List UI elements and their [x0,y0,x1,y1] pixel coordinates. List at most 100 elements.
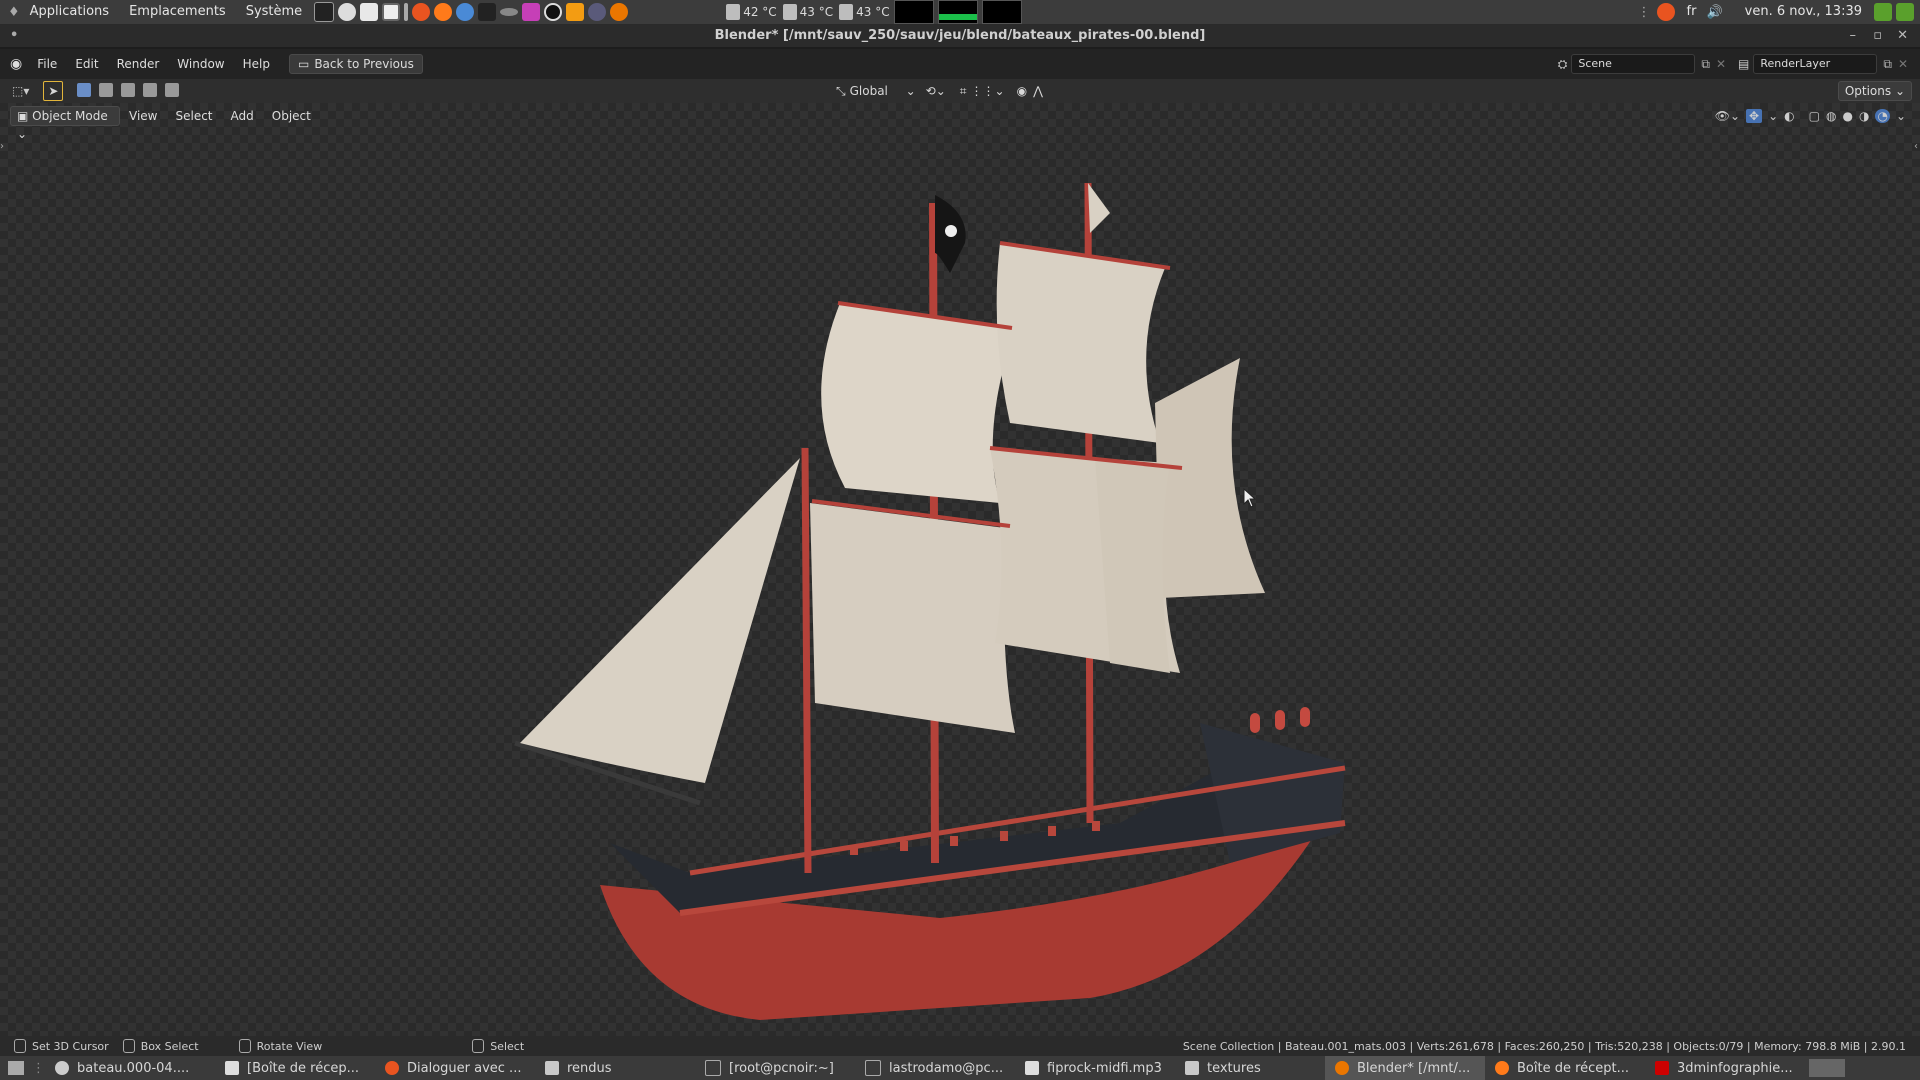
task-item[interactable]: fiprock-midfi.mp3 [1015,1056,1175,1080]
gimp-launcher-icon[interactable] [360,3,379,21]
task-item[interactable]: [root@pcnoir:~] [695,1056,855,1080]
window-title-bar: • Blender* [/mnt/sauv_250/sauv/jeu/blend… [0,25,1920,47]
volume-icon[interactable]: 🔊 [1706,5,1722,20]
memory-graph[interactable] [937,0,978,24]
task-item[interactable]: [Boîte de récep... [215,1056,375,1080]
settings-launcher-icon[interactable] [382,3,401,21]
menu-window[interactable]: Window [168,57,233,71]
network-graph[interactable] [981,0,1022,24]
blender-launcher-icon[interactable] [610,3,629,21]
firefox-launcher-icon[interactable] [434,3,453,21]
scene-icon[interactable]: ⛭ [1558,57,1568,72]
vlc-launcher-icon[interactable] [566,3,585,21]
applications-menu[interactable]: Applications [20,0,119,24]
close-icon[interactable]: ✕ [1897,25,1908,47]
menu-help[interactable]: Help [234,57,279,71]
task-item[interactable]: rendus [535,1056,695,1080]
editor-type-icon[interactable]: ⬚▾ [12,84,29,98]
hint-rotate-view: Rotate View [256,1039,323,1053]
task-item[interactable]: Boîte de récept... [1485,1056,1645,1080]
mouse-drag-icon [122,1039,135,1053]
folder-icon [545,1061,559,1075]
menu-render[interactable]: Render [108,57,169,71]
scene-selector[interactable]: Scene [1571,54,1696,74]
hint-select: Select [490,1039,525,1053]
cpu-graph[interactable] [893,0,934,24]
window-menu-dot[interactable]: • [10,25,18,47]
screen-icon: ▭ [297,57,310,71]
sail-jib [520,458,800,783]
mode-invert-icon[interactable] [142,82,157,97]
orientation-icon: ⤡ [836,83,846,98]
3d-viewport[interactable]: ▣ Object Mode ⌄ View Select Add Object 👁… [0,103,1920,1036]
task-item[interactable]: 3dminfographie... [1645,1056,1805,1080]
ubuntu-indicator-icon[interactable] [1656,3,1675,21]
remove-layer-icon[interactable]: ✕ [1898,57,1908,71]
proportional-editing-icon[interactable]: ◉ [1017,84,1027,98]
places-menu[interactable]: Emplacements [119,0,236,24]
inkscape-launcher-icon[interactable] [478,3,497,21]
snap-target-icon[interactable]: ⋮⋮⌄ [971,84,1005,98]
workspace-switcher-icon[interactable] [1809,1059,1845,1077]
eye-launcher-icon[interactable] [500,8,519,16]
task-item[interactable]: lastrodamo@pc... [855,1056,1015,1080]
mode-subtract-icon[interactable] [121,82,136,97]
task-item[interactable]: bateau.000-04.... [45,1056,215,1080]
renderlayer-icon[interactable]: ▤ [1738,57,1749,71]
menu-file[interactable]: File [28,57,66,71]
terminal-icon [705,1060,721,1076]
shutdown-icon[interactable] [1896,3,1914,21]
mode-new-icon[interactable] [77,82,92,97]
show-desktop-icon[interactable] [8,1061,24,1075]
tool-settings-header: ⬚▾ ➤ ⤡ Global ⌄ ⟲⌄ ⌗ ⋮⋮⌄ ◉ ⋀ Options ⌄ [0,79,1920,103]
new-scene-icon[interactable]: ⧉ [1701,57,1710,72]
sail-top-rear [996,243,1165,443]
options-dropdown[interactable]: Options ⌄ [1837,81,1912,101]
clock[interactable]: ven. 6 nov., 13:39 [1735,0,1872,24]
task-item[interactable]: Dialoguer avec ... [375,1056,535,1080]
menu-edit[interactable]: Edit [66,57,107,71]
blender-logo-icon[interactable]: ◉ [10,56,22,72]
minimize-icon[interactable]: – [1850,25,1857,47]
task-item-active[interactable]: Blender* [/mnt/... [1325,1056,1485,1080]
disc-icon [55,1061,69,1075]
cpu-temp-2: 43 °C [782,4,833,20]
back-to-previous-button[interactable]: ▭ Back to Previous [288,54,423,74]
menu-dots-icon[interactable] [404,3,409,21]
system-menu[interactable]: Système [236,0,312,24]
obs-launcher-icon[interactable] [588,3,607,21]
menu-dots-icon[interactable]: ⋮ [1638,5,1651,20]
blender-status-bar: Set 3D Cursor Box Select Rotate View Sel… [0,1036,1920,1056]
select-tool-icon[interactable]: ➤ [43,81,64,101]
user-icon[interactable] [1874,3,1892,21]
maximize-icon[interactable]: ▫ [1873,25,1882,47]
mode-intersect-icon[interactable] [164,82,179,97]
mast-front [801,447,812,874]
mail-icon [225,1061,239,1075]
remove-scene-icon[interactable]: ✕ [1716,57,1726,71]
transform-orientation-dropdown[interactable]: Global [850,84,906,98]
color-launcher-icon[interactable] [522,3,541,21]
snap-icon[interactable]: ⌗ [960,84,967,99]
falloff-icon[interactable]: ⋀ [1033,84,1043,98]
task-item[interactable]: textures [1175,1056,1325,1080]
renderlayer-selector[interactable]: RenderLayer [1753,54,1878,74]
terminal-launcher-icon[interactable] [314,2,335,22]
chip-icon [839,4,854,20]
stern-windows [1250,707,1310,733]
ubuntu-launcher-icon[interactable] [412,3,431,21]
new-layer-icon[interactable]: ⧉ [1883,57,1892,72]
keyboard-layout[interactable]: fr [1677,0,1707,24]
mode-extend-icon[interactable] [99,82,114,97]
skull-icon [945,225,957,237]
system-taskbar: ⋮ bateau.000-04.... [Boîte de récep... D… [0,1056,1920,1080]
chip-icon [726,4,741,20]
gnome-foot-icon: ♦ [8,4,20,20]
firefox-icon [1495,1061,1509,1075]
disc-launcher-icon[interactable] [338,3,357,21]
steam-launcher-icon[interactable] [544,3,563,21]
filezilla-icon [1655,1061,1669,1075]
chromium-launcher-icon[interactable] [456,3,475,21]
pivot-point-icon[interactable]: ⟲⌄ [926,84,946,98]
pirate-ship-model[interactable] [0,103,1920,1036]
